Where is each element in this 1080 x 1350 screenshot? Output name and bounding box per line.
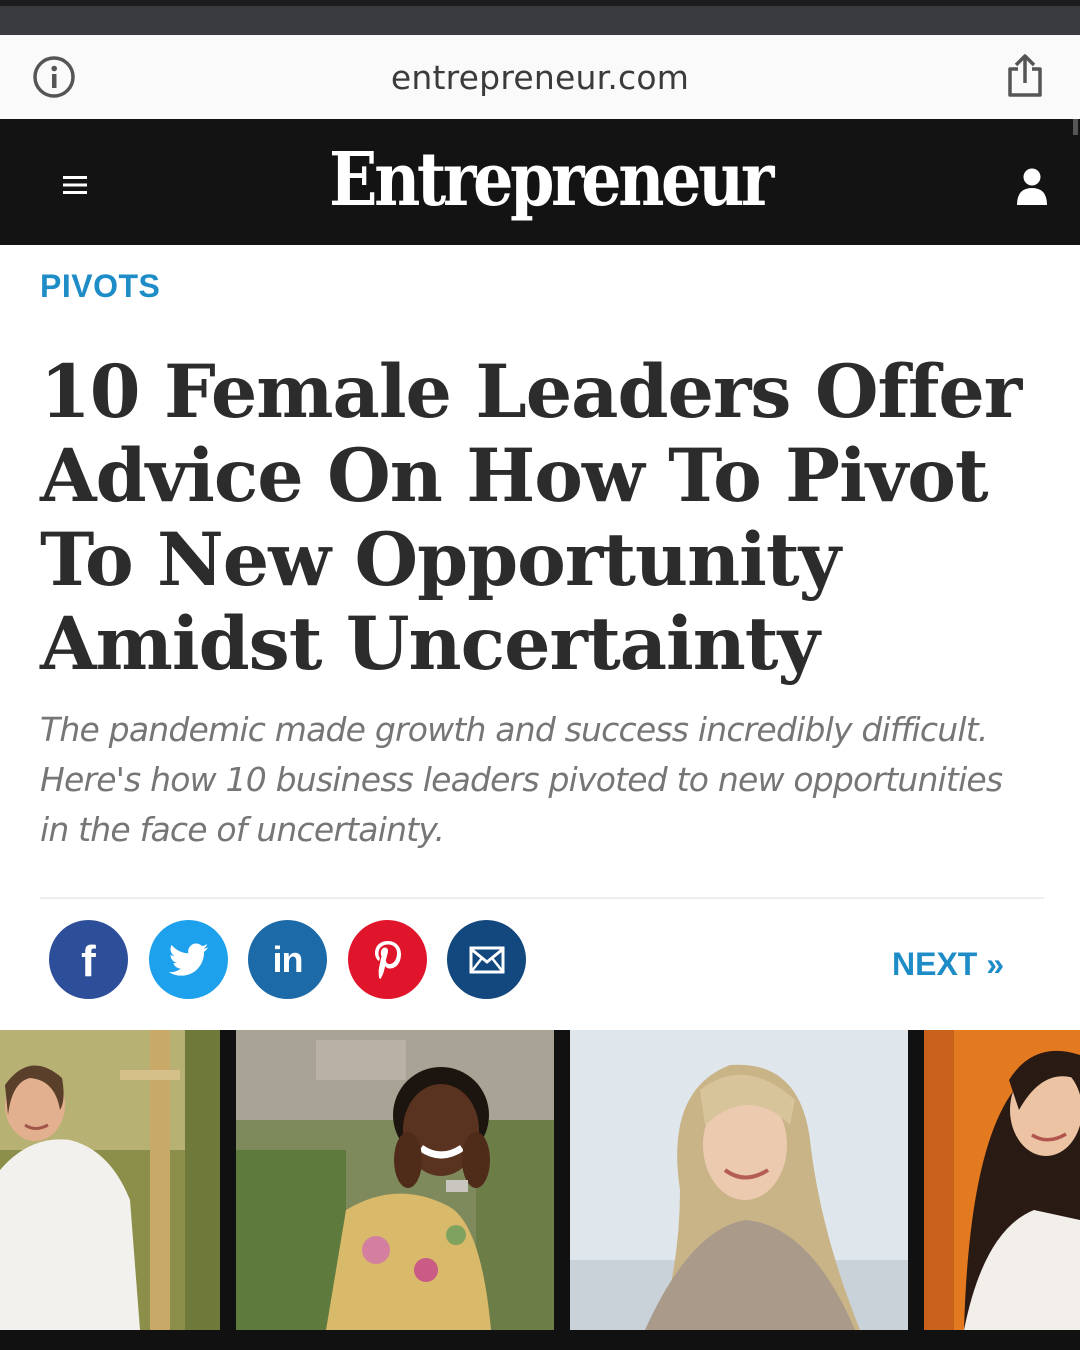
linkedin-share-button[interactable]: in (248, 920, 327, 999)
envelope-icon (469, 946, 504, 973)
blonde-woman-image (570, 1030, 908, 1330)
pinterest-icon (374, 940, 401, 979)
article-category[interactable]: PIVOTS (40, 268, 160, 305)
email-share-button[interactable] (447, 920, 526, 999)
article-headline: 10 Female Leaders Offer Advice On How To… (40, 350, 1070, 686)
hero-panel-1 (0, 1030, 220, 1330)
hero-panel-4 (924, 1030, 1080, 1330)
dark-haired-woman-image (924, 1030, 1080, 1330)
info-icon[interactable] (32, 55, 76, 99)
subhead-line: The pandemic made growth and success inc… (40, 710, 988, 749)
share-icon[interactable] (1004, 53, 1046, 99)
subhead-line: in the face of uncertainty. (40, 810, 445, 849)
facebook-icon: f (81, 936, 96, 986)
next-article-link[interactable]: NEXT » (892, 946, 1004, 983)
hero-panel-2 (236, 1030, 554, 1330)
article-subhead: The pandemic made growth and success inc… (40, 705, 1040, 855)
headline-line: 10 Female Leaders Offer (40, 349, 1022, 435)
subhead-line: Here's how 10 business leaders pivoted t… (40, 760, 1003, 799)
hero-panel-3 (570, 1030, 908, 1330)
woman-portrait-image (0, 1030, 220, 1330)
url-text[interactable]: entrepreneur.com (391, 58, 689, 97)
twitter-bird-icon (168, 943, 208, 976)
twitter-share-button[interactable] (149, 920, 228, 999)
user-account-icon[interactable] (1014, 165, 1050, 207)
headline-line: Advice On How To Pivot (40, 433, 989, 519)
browser-url-bar[interactable]: entrepreneur.com (0, 35, 1080, 119)
linkedin-icon: in (272, 938, 304, 980)
woman-smiling-image (236, 1030, 554, 1330)
headline-line: To New Opportunity (40, 517, 841, 603)
facebook-share-button[interactable]: f (49, 920, 128, 999)
headline-line: Amidst Uncertainty (40, 601, 820, 687)
scrollbar-thumb[interactable] (1073, 119, 1078, 135)
site-logo[interactable]: Entrepreneur (77, 137, 1023, 223)
divider (40, 897, 1044, 899)
hero-image[interactable] (0, 1030, 1080, 1350)
pinterest-share-button[interactable] (348, 920, 427, 999)
status-bar (0, 0, 1080, 35)
